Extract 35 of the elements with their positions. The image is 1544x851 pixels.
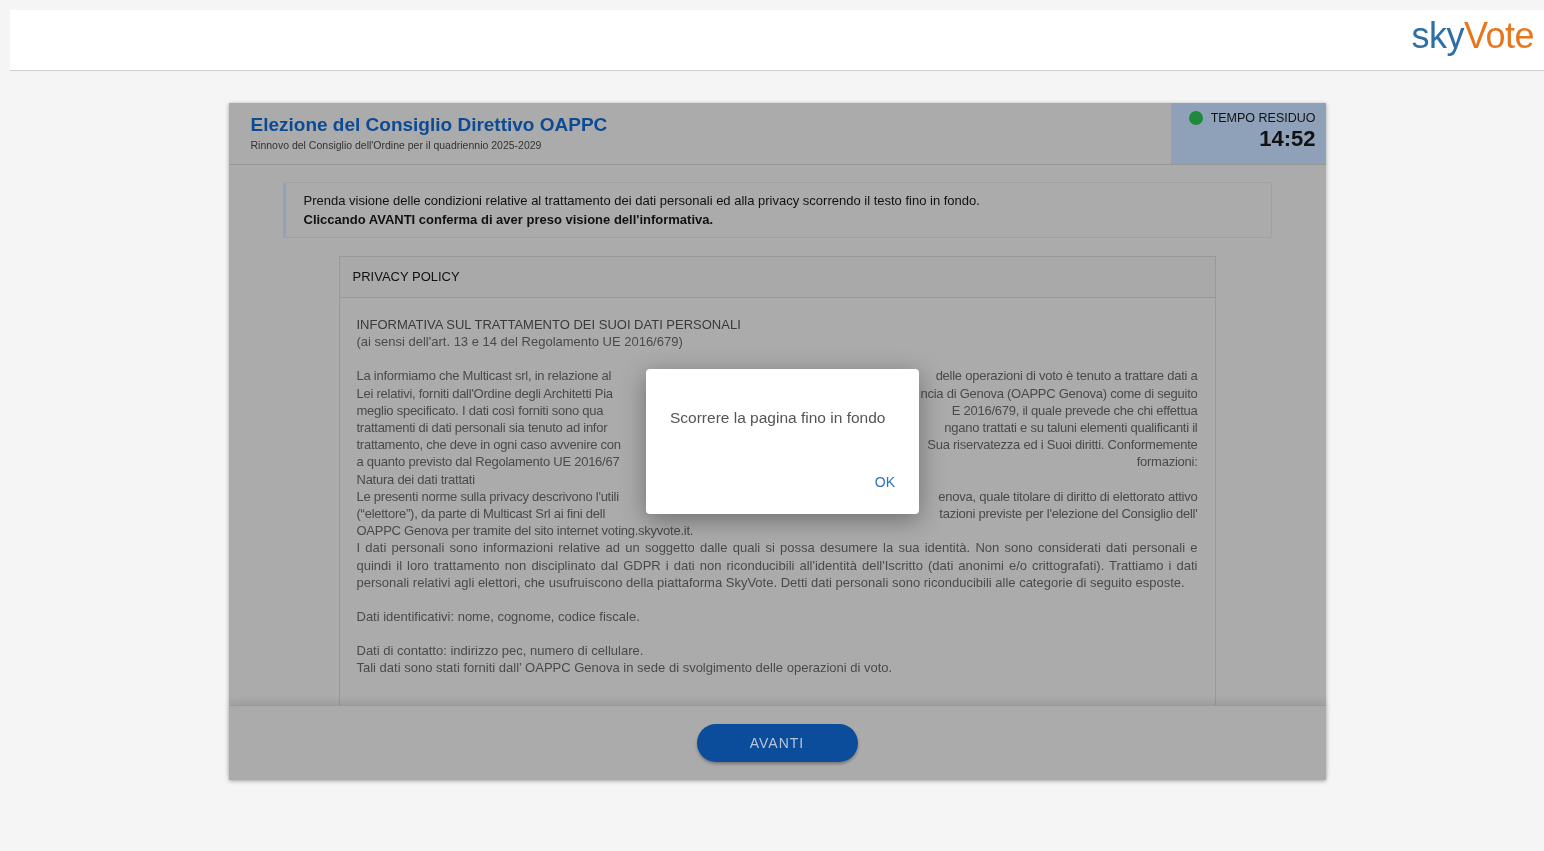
election-subtitle: Rinnovo del Consiglio dell'Ordine per il quadriennio 2025-2029 bbox=[250, 139, 543, 151]
policy-text: I dati personali sono informazioni relative ad un soggetto dalle quali si possa desumere la sua identità. Non sono considerati dati personali e quindi il loro trattamento non disciplinato dal GDPR i dati non riconducibili all'identità dell'Iscritto (dati anonimi e/o crittografati). Trattiamo i dati personali relativi agli elettori, che usufruiscono della piattaforma SkyVote. Detti dati personali sono riconducibili alle categorie di seguito esposte. bbox=[356, 539, 1198, 592]
policy-text: ncia di Genova (OAPPC Genova) come di seguito bbox=[920, 384, 1198, 402]
ok-button[interactable]: OK bbox=[874, 472, 895, 492]
policy-text: Natura dei dati trattati bbox=[356, 470, 475, 488]
policy-text: a quanto previsto dal Regolamento UE 2016/67 bbox=[356, 453, 620, 471]
policy-text: delle operazioni di voto è tenuto a trattare dati a bbox=[935, 367, 1198, 385]
election-title: Elezione del Consiglio Direttivo OAPPC bbox=[250, 114, 609, 136]
policy-text: OAPPC Genova per tramite del sito internet voting.skyvote.it. bbox=[356, 522, 694, 540]
notice-text: Prenda visione delle condizioni relative al trattamento dei dati personali ed alla privacy scorrendo il testo fino in fondo. bbox=[303, 192, 981, 210]
policy-text: Sua riservatezza ed i Suoi diritti. Conformemente bbox=[927, 436, 1198, 454]
policy-text: trattamento, che deve in ogni caso avvenire con bbox=[356, 436, 621, 454]
policy-text: Tali dati sono stati forniti dall’ OAPPC Genova in sede di svolgimento delle operazioni di voto. bbox=[356, 659, 894, 677]
policy-text: enova, quale titolare di diritto di elettorato attivo bbox=[938, 487, 1198, 506]
policy-text: formazioni: bbox=[1136, 453, 1198, 471]
timer-label: TEMPO RESIDUO bbox=[1210, 111, 1316, 125]
policy-text: La informiamo che Multicast srl, in relazione al bbox=[356, 367, 612, 385]
policy-text: Dati di contatto: indirizzo pec, numero di cellulare. bbox=[356, 642, 645, 660]
dialog-message: Scorrere la pagina fino in fondo bbox=[670, 409, 887, 427]
policy-text: meglio specificato. I dati così forniti sono qua bbox=[356, 401, 604, 419]
policy-text: tazioni previste per l'elezione del Consiglio dell' bbox=[939, 505, 1198, 523]
policy-text: Lei relativi, forniti dall'Ordine degli Architetti Pia bbox=[356, 384, 613, 402]
status-dot bbox=[1188, 111, 1203, 125]
policy-text: trattamenti di dati personali sia tenuto ad infor bbox=[356, 419, 608, 437]
policy-text: ngano trattati e su taluni elementi qualificanti il bbox=[944, 419, 1198, 437]
skyvote-logo: skyVote bbox=[1411, 15, 1534, 57]
policy-text: Dati identificativi: nome, cognome, codice fiscale. bbox=[356, 608, 641, 626]
notice-confirm-text: Cliccando AVANTI conferma di aver preso visione dell'informativa. bbox=[303, 211, 715, 229]
next-button[interactable]: AVANTI bbox=[696, 724, 858, 762]
policy-text: (“elettore”), da parte di Multicast Srl ai fini dell bbox=[356, 505, 606, 523]
policy-text: Le presenti norme sulla privacy descrivono l'utili bbox=[356, 487, 619, 506]
timer-value: 14:52 bbox=[1258, 126, 1316, 152]
document-title: INFORMATIVA SUL TRATTAMENTO DEI SUOI DATI PERSONALI bbox=[356, 316, 742, 334]
document-subtitle: (ai sensi dell'art. 13 e 14 del Regolamento UE 2016/679) bbox=[356, 333, 684, 351]
policy-text: E 2016/679, il quale prevede che chi effettua bbox=[951, 401, 1198, 419]
